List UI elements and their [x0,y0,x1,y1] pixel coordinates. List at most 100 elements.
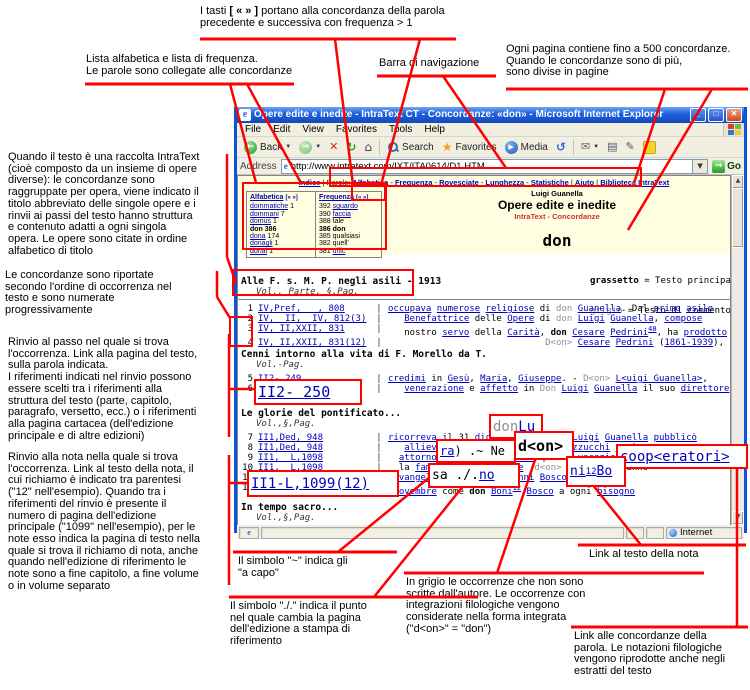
word-link[interactable]: faccia [333,211,351,218]
word-link[interactable]: sguardo [333,203,358,210]
text-link[interactable]: Giuseppe [518,374,561,384]
text-link[interactable]: Carità [507,328,540,338]
prev-next-word-buttons[interactable]: [« »] [285,195,297,201]
text-link[interactable]: Indice [299,178,321,187]
history-button[interactable]: ↺ [553,138,569,156]
word-link[interactable]: dommani [250,211,279,218]
text-link[interactable]: Boni [491,487,513,497]
text-link[interactable]: ni [570,464,586,479]
text-link[interactable]: Frequenza [395,178,433,187]
reference-link[interactable]: II1,Ded, 948 [258,443,370,453]
text-link[interactable]: direttore [681,384,730,394]
menu-help[interactable]: Help [418,123,451,136]
text-link[interactable]: II2- 250 [258,383,330,401]
text-link[interactable]: 1861-1939 [664,338,713,348]
text-link[interactable]: novembre [393,487,436,497]
reference-link[interactable]: II1, L,1098 [258,453,370,463]
text-link[interactable]: Luigi [578,314,605,324]
text-link[interactable]: occupava [388,304,431,314]
text-link[interactable]: Cesare [572,328,605,338]
menu-file[interactable]: File [239,123,267,136]
go-button[interactable]: → Go [712,160,741,173]
menu-favorites[interactable]: Favorites [330,123,383,136]
home-button[interactable]: ⌂ [361,138,375,156]
text-link[interactable]: Maria [480,374,507,384]
text-link[interactable]: attorno [399,453,437,463]
text-link[interactable]: servo [442,328,469,338]
scroll-down-icon[interactable]: ▼ [732,511,744,525]
menu-tools[interactable]: Tools [383,123,418,136]
scrollbar-thumb[interactable] [732,188,744,248]
reference-link[interactable]: IV, II,XXII, 831(12) [258,338,370,348]
text-link[interactable]: Bosco [540,473,567,483]
text-link[interactable]: primo [654,304,681,314]
text-link[interactable]: coop<eratori> [620,449,730,465]
reference-link[interactable]: IV, II, IV, 812(3) [258,314,370,324]
reference-link[interactable]: II1,Ded, 948 [258,433,370,443]
text-link[interactable]: numerose [437,304,480,314]
forward-dropdown-icon[interactable]: ▼ [315,144,321,150]
text-link[interactable]: Guanella [594,384,637,394]
word-link[interactable]: donai [250,248,267,255]
word-link[interactable]: dona [250,233,266,240]
messenger-button[interactable] [640,138,659,156]
text-link[interactable]: bisogno [597,487,635,497]
text-link[interactable]: L<uigi Guanella> [616,374,703,384]
edit-button[interactable]: ✎ [623,138,638,156]
text-link[interactable]: Aiuto [575,178,594,187]
text-link[interactable]: Pedrini [616,338,654,348]
text-link[interactable]: Guanella [610,314,653,324]
text-link[interactable]: Guanella [605,433,648,443]
text-link[interactable]: no [479,468,495,483]
text-link[interactable]: Cesare [578,338,611,348]
favorites-button[interactable]: ★Favorites [439,138,500,156]
vertical-scrollbar[interactable]: ▲ ▼ [731,175,744,525]
media-button[interactable]: ▶Media [502,138,551,156]
forward-button[interactable]: →▼ [296,138,324,156]
mail-dropdown-icon[interactable]: ▼ [593,144,599,150]
text-link[interactable]: Gesù [448,374,470,384]
text-link[interactable]: Opere [507,314,534,324]
text-link[interactable]: Guanella [578,304,621,314]
prev-next-word-buttons[interactable]: [« »] [356,195,368,201]
word-link[interactable]: donagli [250,240,273,247]
text-link[interactable]: Biblioteca IntraText [600,178,669,187]
text-link[interactable]: ricorreva [388,433,437,443]
word-link[interactable]: domus [250,218,271,225]
back-button[interactable]: ←Back▼ [241,138,294,156]
text-link[interactable]: pubblicò [654,433,697,443]
text-link[interactable]: 48 [648,325,656,333]
word-link[interactable]: uffic [333,248,346,255]
text-link[interactable]: prodotto [684,328,727,338]
scroll-up-icon[interactable]: ▲ [732,175,744,189]
text-link[interactable]: Statistiche [531,178,569,187]
text-link[interactable]: asilo [686,304,713,314]
address-dropdown-icon[interactable]: ▼ [692,160,707,173]
refresh-button[interactable]: ↻ [343,138,359,156]
back-dropdown-icon[interactable]: ▼ [285,144,291,150]
text-link[interactable]: affetto [480,384,518,394]
text-link[interactable]: credimi [388,374,426,384]
close-button[interactable]: ✕ [726,108,742,122]
menu-view[interactable]: View [296,123,330,136]
print-button[interactable]: ▤ [604,138,620,156]
text-link[interactable]: Bo [597,464,613,479]
text-link[interactable]: II1-L,1099(12) [251,476,369,492]
search-button[interactable]: Search [384,138,437,156]
mail-button[interactable]: ✉▼ [578,138,602,156]
text-link[interactable]: Luigi [572,433,599,443]
text-link[interactable]: Pedrini [610,328,648,338]
menu-edit[interactable]: Edit [267,123,296,136]
word-link[interactable]: dommatiche [250,203,288,210]
text-link[interactable]: Alfabetica [352,178,388,187]
reference-link[interactable]: IV,Pref, , 808 [258,304,370,314]
title-bar[interactable]: e Opere edite e inedite - IntraText CT -… [237,107,744,123]
text-link[interactable]: Bosco [527,487,554,497]
stop-button[interactable]: ✕ [326,138,341,156]
text-link[interactable]: ra [440,444,454,458]
minimize-button[interactable]: _ [690,108,706,122]
text-link[interactable]: compose [664,314,702,324]
wordlist-header-link[interactable]: Alfabetica [250,194,283,201]
text-link[interactable]: Luigi [561,384,588,394]
address-input[interactable]: e http://www.intratext.com/IXT/ITA0614/D… [281,159,708,174]
